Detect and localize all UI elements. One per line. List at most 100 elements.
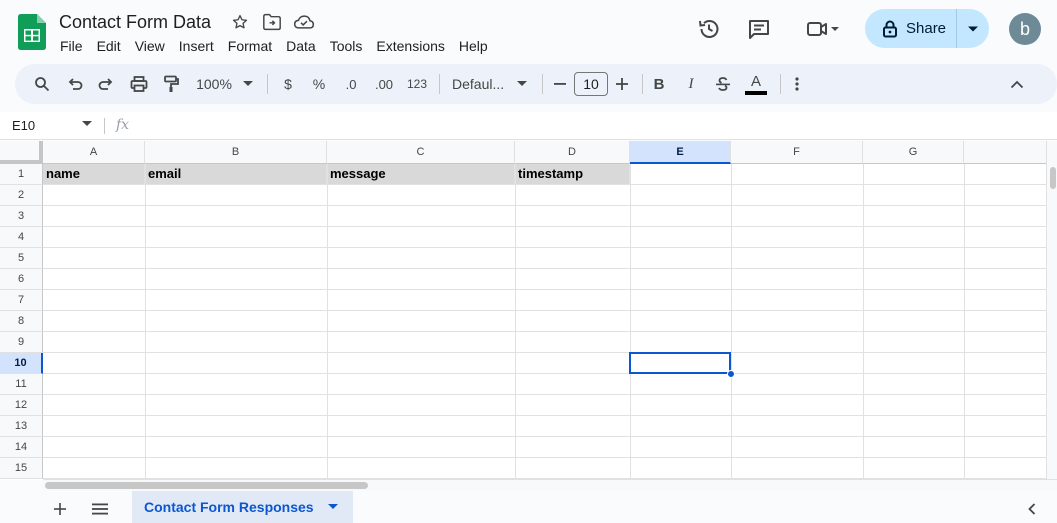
menu-view[interactable]: View [128, 35, 172, 57]
formula-divider [104, 118, 105, 134]
menu-tools[interactable]: Tools [323, 35, 370, 57]
row-header-5[interactable]: 5 [0, 248, 43, 269]
horizontal-scrollbar[interactable] [43, 479, 1057, 491]
menu-format[interactable]: Format [221, 35, 279, 57]
column-header-d[interactable]: D [515, 141, 630, 164]
doc-title[interactable]: Contact Form Data [59, 11, 211, 33]
share-main-button[interactable]: Share [865, 9, 957, 48]
menu-help[interactable]: Help [452, 35, 495, 57]
share-label: Share [906, 20, 947, 37]
add-sheet-icon[interactable] [50, 499, 70, 519]
menu-data[interactable]: Data [279, 35, 323, 57]
sheet-tab-chevron-down-icon[interactable] [327, 504, 338, 510]
column-header-c[interactable]: C [327, 141, 515, 164]
format-currency-button[interactable]: $ [278, 72, 298, 96]
bold-button[interactable]: B [649, 72, 669, 96]
name-box[interactable]: E10 [12, 118, 35, 133]
version-history-icon[interactable] [696, 16, 722, 42]
menu-file[interactable]: File [53, 35, 90, 57]
sheet-tab-active[interactable]: Contact Form Responses [132, 491, 353, 523]
lock-icon [883, 20, 897, 37]
share-options-chevron-down-icon[interactable] [957, 9, 989, 48]
fx-icon: fx [116, 117, 130, 133]
row-header-13[interactable]: 13 [0, 416, 43, 437]
menu-extensions[interactable]: Extensions [369, 35, 451, 57]
undo-icon[interactable] [64, 72, 86, 96]
move-to-folder-icon[interactable] [261, 11, 283, 33]
spreadsheet-grid[interactable]: A B C D E F G 1 2 3 4 5 6 7 8 9 10 11 12… [0, 141, 1057, 480]
formula-input[interactable] [140, 116, 1040, 136]
menu-insert[interactable]: Insert [172, 35, 221, 57]
row-header-8[interactable]: 8 [0, 311, 43, 332]
column-header-e[interactable]: E [630, 141, 731, 164]
toolbar-divider [780, 74, 781, 94]
increase-decimal-button[interactable]: .00 [370, 72, 398, 96]
sheet-tab-bar: Contact Form Responses [0, 491, 1057, 523]
row-header-4[interactable]: 4 [0, 227, 43, 248]
column-header-g[interactable]: G [863, 141, 964, 164]
increase-font-size-icon[interactable] [613, 72, 631, 96]
row-header-11[interactable]: 11 [0, 374, 43, 395]
row-header-10[interactable]: 10 [0, 353, 43, 374]
row-header-2[interactable]: 2 [0, 185, 43, 206]
row-header-14[interactable]: 14 [0, 437, 43, 458]
collapse-toolbar-chevron-up-icon[interactable] [1006, 72, 1028, 96]
format-percent-button[interactable]: % [309, 72, 329, 96]
text-color-letter: A [750, 72, 761, 90]
selected-cell-e10[interactable] [629, 352, 731, 374]
grid-lines [43, 164, 1057, 480]
vertical-scrollbar[interactable] [1046, 141, 1057, 480]
row-header-3[interactable]: 3 [0, 206, 43, 227]
all-sheets-menu-icon[interactable] [90, 499, 110, 519]
more-formats-button[interactable]: 123 [405, 72, 429, 96]
strikethrough-icon[interactable] [713, 72, 733, 96]
sheet-tab-label: Contact Form Responses [144, 499, 314, 515]
column-header-next[interactable] [964, 141, 1057, 164]
column-header-b[interactable]: B [145, 141, 327, 164]
decrease-decimal-button[interactable]: .0 [339, 72, 363, 96]
avatar[interactable]: b [1009, 13, 1041, 45]
increase-decimal-label: .00 [374, 76, 394, 92]
more-options-vertical-icon[interactable] [787, 72, 807, 96]
paint-format-icon[interactable] [160, 72, 182, 96]
search-menus-icon[interactable] [31, 72, 53, 96]
sheet-scroll-left-chevron-icon[interactable] [1024, 501, 1040, 517]
font-size-input[interactable]: 10 [574, 72, 608, 96]
row-header-6[interactable]: 6 [0, 269, 43, 290]
toolbar-divider [267, 74, 268, 94]
row-header-1[interactable]: 1 [0, 164, 43, 185]
cloud-saved-icon[interactable] [293, 11, 315, 33]
row-header-7[interactable]: 7 [0, 290, 43, 311]
horizontal-scroll-thumb[interactable] [45, 482, 368, 489]
meet-call-icon[interactable] [800, 16, 846, 42]
row-header-12[interactable]: 12 [0, 395, 43, 416]
row-header-15[interactable]: 15 [0, 458, 43, 479]
column-header-a[interactable]: A [43, 141, 145, 164]
font-family-select[interactable]: Defaul... [449, 72, 511, 96]
vertical-scroll-thumb[interactable] [1050, 167, 1056, 189]
print-icon[interactable] [128, 72, 150, 96]
comments-icon[interactable] [746, 16, 772, 42]
share-button[interactable]: Share [865, 9, 989, 48]
text-color-swatch [745, 90, 767, 95]
select-all-corner[interactable] [0, 141, 43, 164]
star-icon[interactable] [229, 11, 251, 33]
toolbar: 100% $ % .0 .00 123 Defaul... 10 B I A [15, 64, 1057, 104]
sheets-logo-icon[interactable] [18, 14, 46, 50]
font-chevron-down-icon[interactable] [515, 72, 529, 96]
italic-button[interactable]: I [681, 72, 701, 96]
menu-edit[interactable]: Edit [90, 35, 128, 57]
toolbar-divider [542, 74, 543, 94]
redo-icon[interactable] [95, 72, 117, 96]
row-header-9[interactable]: 9 [0, 332, 43, 353]
zoom-select[interactable]: 100% [193, 72, 235, 96]
column-header-f[interactable]: F [731, 141, 863, 164]
decrease-decimal-label: .0 [345, 76, 357, 92]
title-bar: Contact Form Data File Edit View Insert … [0, 0, 1057, 62]
decrease-font-size-icon[interactable] [551, 72, 569, 96]
text-color-button[interactable]: A [744, 72, 768, 96]
fill-handle[interactable] [727, 370, 735, 378]
zoom-chevron-down-icon[interactable] [241, 72, 255, 96]
name-box-chevron-down-icon[interactable] [82, 121, 92, 127]
formula-bar: E10 fx [0, 112, 1057, 140]
